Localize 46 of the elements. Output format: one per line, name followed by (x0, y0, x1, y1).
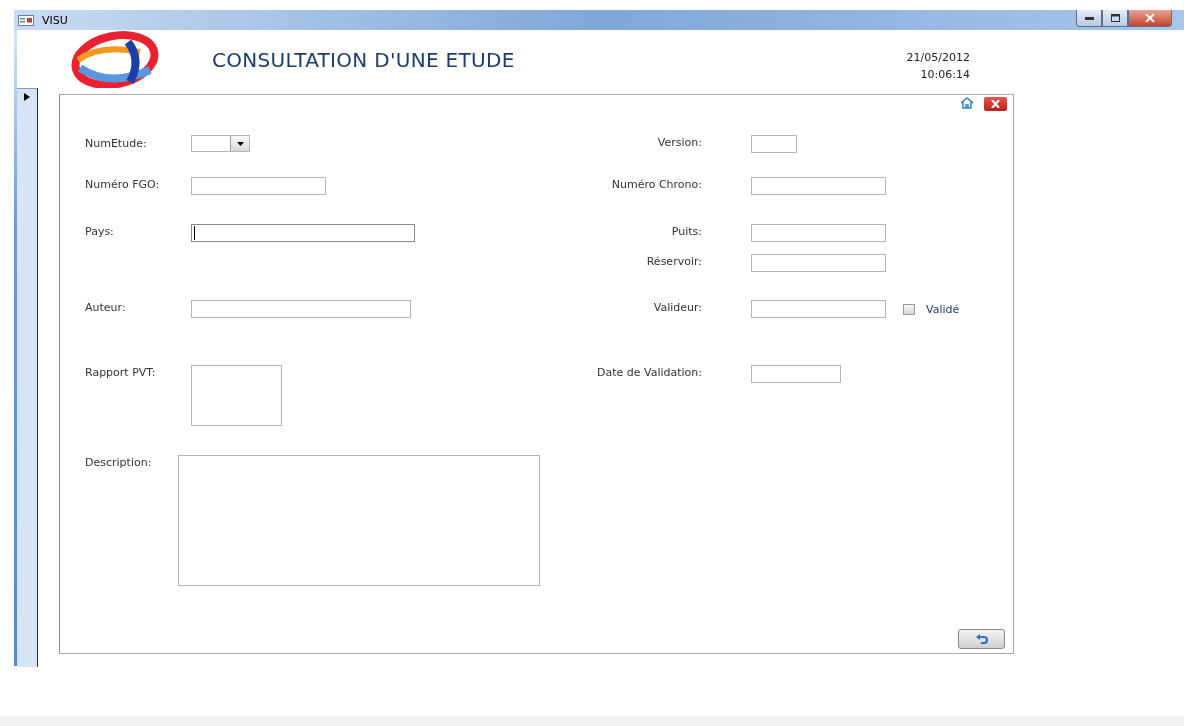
undo-button[interactable] (958, 629, 1005, 649)
minimize-button[interactable] (1076, 10, 1102, 27)
maximize-button[interactable] (1102, 10, 1128, 27)
logo-icon (70, 30, 160, 88)
maximize-icon (1110, 14, 1120, 22)
checkbox-label: Validé (926, 303, 960, 316)
input-field[interactable] (191, 300, 411, 318)
minimize-icon (1084, 16, 1094, 20)
text-area[interactable] (178, 455, 540, 586)
field-label: Valideur: (652, 301, 702, 314)
field-label: Rapport PVT: (84, 366, 157, 379)
undo-icon (975, 634, 988, 644)
close-button[interactable] (1128, 10, 1172, 27)
current-record-icon (24, 93, 30, 101)
field-label: Numéro Chrono: (610, 178, 702, 191)
field-label: Version: (656, 136, 702, 149)
time-text: 10:06:14 (920, 68, 970, 81)
date-text: 21/05/2012 (906, 51, 970, 64)
field-label: Puits: (670, 225, 702, 238)
close-form-button[interactable] (984, 97, 1007, 111)
attachment-frame[interactable] (191, 365, 282, 426)
date-field[interactable] (751, 365, 841, 383)
input-field[interactable] (751, 254, 886, 272)
input-field[interactable] (191, 177, 326, 195)
field-label: Description: (84, 456, 153, 469)
field-label: Auteur: (84, 301, 127, 314)
field-label: NumEtude: (84, 137, 148, 150)
input-field[interactable] (191, 224, 415, 242)
form-title: CONSULTATION D'UNE ETUDE (212, 48, 515, 72)
field-label: Réservoir: (645, 255, 702, 268)
window-title: VISU (42, 13, 68, 27)
home-icon[interactable] (960, 97, 974, 109)
field-label: Date de Validation: (595, 366, 702, 379)
close-icon (1145, 14, 1155, 22)
field-label: Pays: (84, 225, 115, 238)
form-icon (18, 14, 34, 26)
input-field[interactable] (751, 177, 886, 195)
input-field[interactable] (751, 224, 886, 242)
close-icon (991, 100, 1000, 108)
field-label: Numéro FGO: (84, 178, 161, 191)
input-field[interactable] (751, 300, 886, 318)
dropdown-arrow-icon (236, 141, 244, 146)
input-field[interactable] (751, 135, 797, 153)
checkbox[interactable] (903, 304, 915, 315)
combo-box[interactable] (191, 135, 250, 152)
record-selector[interactable] (17, 88, 38, 667)
